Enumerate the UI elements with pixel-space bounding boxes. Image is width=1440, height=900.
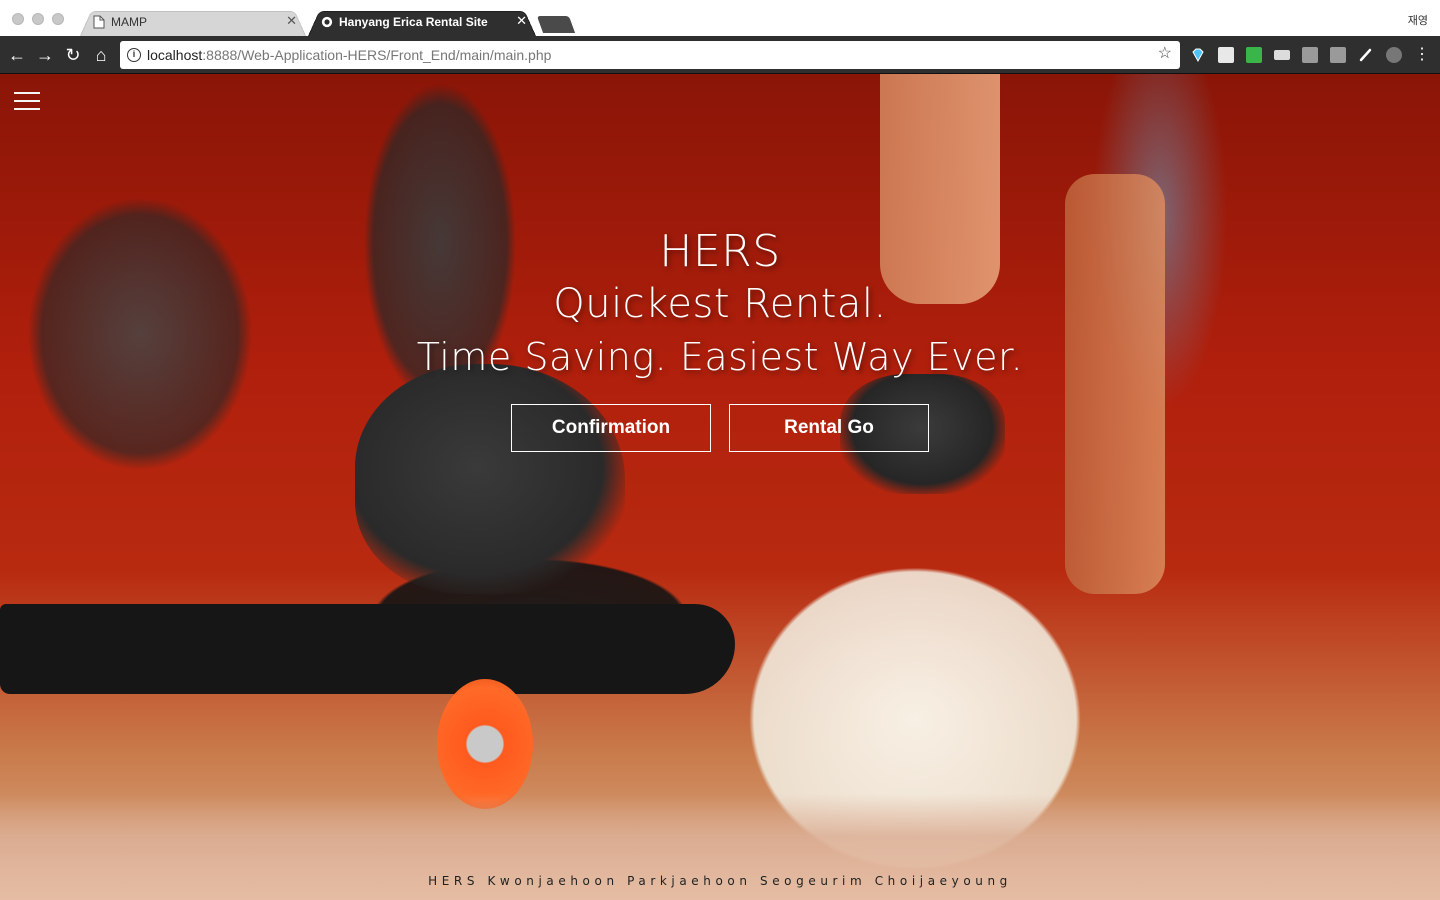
home-icon[interactable]: ⌂	[90, 44, 112, 66]
extension-brush-icon[interactable]	[1358, 47, 1374, 63]
extension-redbar-icon[interactable]	[1218, 47, 1234, 63]
url-host: localhost	[147, 47, 203, 63]
extension-diamond-icon[interactable]	[1190, 47, 1206, 63]
hero-image-skateboard	[0, 604, 735, 694]
window-close-button[interactable]	[12, 13, 24, 25]
tab-close-icon[interactable]: ✕	[286, 14, 297, 28]
hero-tagline: Time Saving. Easiest Way Ever.	[416, 335, 1024, 379]
url-text[interactable]: localhost:8888/Web-Application-HERS/Fron…	[147, 47, 551, 63]
new-tab-button[interactable]	[536, 16, 576, 33]
confirmation-button[interactable]: Confirmation	[511, 404, 711, 452]
site-info-icon[interactable]: i	[127, 48, 141, 62]
address-bar[interactable]: i localhost:8888/Web-Application-HERS/Fr…	[120, 41, 1180, 69]
profile-name[interactable]: 재영	[1408, 12, 1428, 28]
rental-go-button[interactable]: Rental Go	[729, 404, 929, 452]
browser-menu-icon[interactable]: ⋮	[1414, 45, 1430, 65]
hero-subtitle: Quickest Rental.	[553, 281, 887, 327]
tab-mamp[interactable]: MAMP ✕	[80, 8, 306, 36]
hero-image-wheel	[437, 679, 533, 809]
extension-screen-icon[interactable]	[1274, 50, 1290, 60]
back-arrow-icon[interactable]: ←	[6, 44, 28, 66]
hero-background-image	[0, 74, 1440, 900]
tab-hanyang-erica-rental-site[interactable]: Hanyang Erica Rental Site ✕	[308, 8, 536, 36]
extension-i-icon[interactable]	[1302, 47, 1318, 63]
tab-close-icon[interactable]: ✕	[516, 14, 527, 28]
extension-globe-icon[interactable]	[1386, 47, 1402, 63]
url-path: :8888/Web-Application-HERS/Front_End/mai…	[202, 47, 552, 63]
footer-credits: HERS Kwonjaehoon Parkjaehoon Seogeurim C…	[428, 874, 1012, 888]
hero-title: HERS	[659, 226, 781, 277]
extension-green-icon[interactable]	[1246, 47, 1262, 63]
hero-image-shoe	[355, 364, 625, 594]
tab-title: Hanyang Erica Rental Site	[339, 15, 488, 29]
reload-icon[interactable]: ↻	[62, 44, 84, 66]
page-viewport: HERS Quickest Rental. Time Saving. Easie…	[0, 74, 1440, 900]
window-maximize-button[interactable]	[52, 13, 64, 25]
browser-tab-strip: MAMP ✕ Hanyang Erica Rental Site ✕ 재영	[0, 0, 1440, 36]
extension-t-icon[interactable]	[1330, 47, 1346, 63]
document-icon	[93, 15, 105, 29]
hamburger-menu-icon[interactable]	[14, 90, 40, 112]
tab-title: MAMP	[111, 15, 147, 29]
bookmark-star-icon[interactable]: ☆	[1158, 45, 1172, 63]
site-favicon-icon	[321, 16, 333, 28]
browser-toolbar: ← → ↻ ⌂ i localhost:8888/Web-Application…	[0, 36, 1440, 74]
window-minimize-button[interactable]	[32, 13, 44, 25]
forward-arrow-icon[interactable]: →	[34, 44, 56, 66]
